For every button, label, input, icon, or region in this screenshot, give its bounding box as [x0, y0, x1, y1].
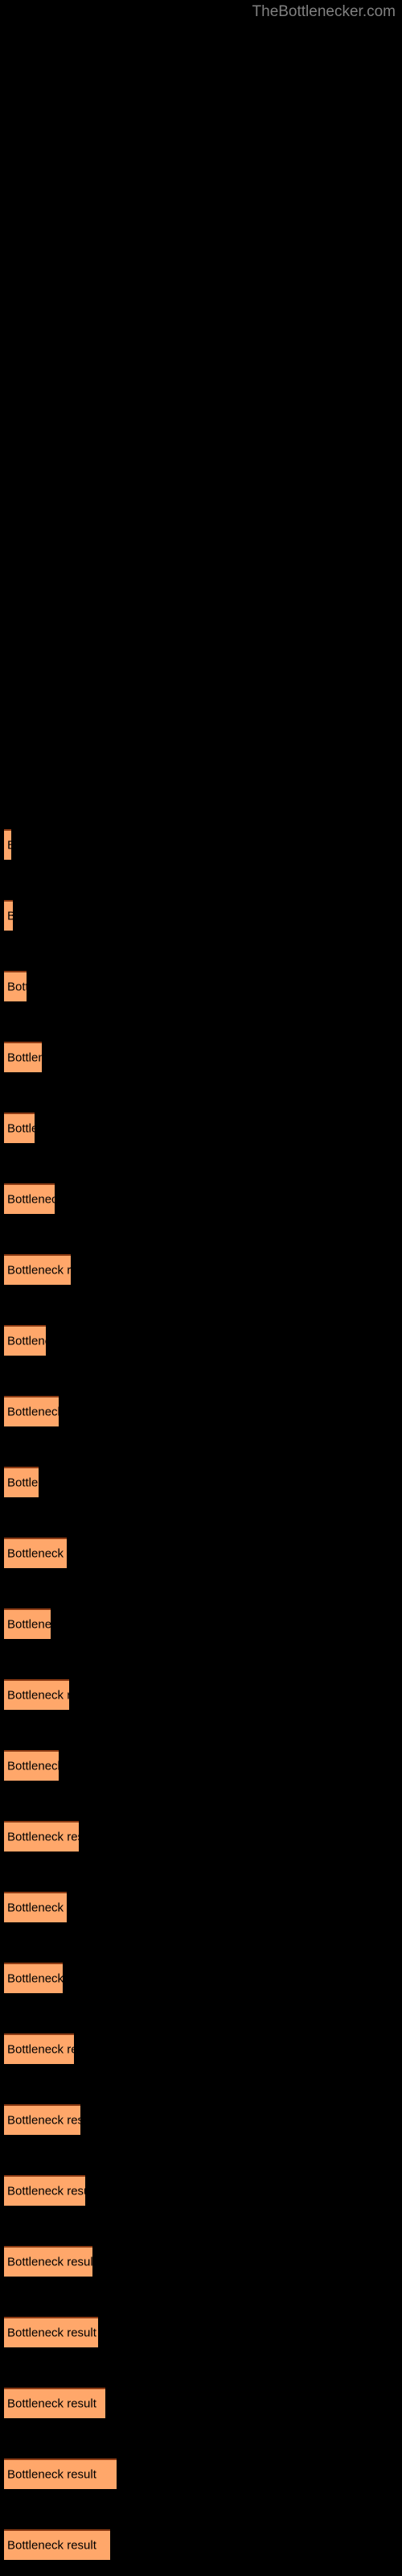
bar-label: Bottleneck result — [7, 1121, 35, 1136]
bar-label: Bottleneck result — [7, 1759, 59, 1773]
bar: Bottleneck result — [4, 1254, 71, 1285]
bar-label: Bottleneck result — [7, 2184, 85, 2198]
bar: Bottleneck result — [4, 1325, 46, 1356]
bar-label: Bottleneck result — [7, 1971, 63, 1986]
bar-label: Bottleneck result — [7, 2113, 80, 2128]
bar: Bottleneck result — [4, 2246, 92, 2277]
bar: Bottleneck result — [4, 900, 13, 931]
bar-label: Bottleneck result — [7, 2326, 96, 2340]
bar: Bottleneck result — [4, 1608, 51, 1639]
bar: Bottleneck result — [4, 1679, 69, 1710]
bar-label: Bottleneck result — [7, 2255, 92, 2269]
bar-label: Bottleneck result — [7, 980, 27, 994]
bar-label: Bottleneck result — [7, 2396, 96, 2411]
bar: Bottleneck result — [4, 2388, 105, 2418]
bar-label: Bottleneck result — [7, 2538, 96, 2553]
bar: Bottleneck result — [4, 1821, 79, 1852]
bar: Bottleneck result — [4, 1963, 63, 1993]
bar: Bottleneck result — [4, 971, 27, 1001]
bar-label: Bottleneck result — [7, 1901, 67, 1915]
bar-label: Bottleneck result — [7, 1051, 42, 1065]
bar: Bottleneck result — [4, 2317, 98, 2347]
bar: Bottleneck result — [4, 829, 11, 860]
bar: Bottleneck result — [4, 2104, 80, 2135]
bar: Bottleneck result — [4, 1538, 67, 1568]
bar: Bottleneck result — [4, 1183, 55, 1214]
bar-label: Bottleneck result — [7, 1546, 67, 1561]
bar-label: Bottleneck result — [7, 840, 11, 852]
bar-label: Bottleneck result — [7, 2467, 96, 2482]
bar: Bottleneck result — [4, 2458, 117, 2489]
bar: Bottleneck result — [4, 2033, 74, 2064]
bar: Bottleneck result — [4, 1467, 39, 1497]
bar: Bottleneck result — [4, 1113, 35, 1143]
bar: Bottleneck result — [4, 1042, 42, 1072]
bar-label: Bottleneck result — [7, 1688, 69, 1703]
bottleneck-bar-chart: Bottleneck result Bottleneck result Bottle… — [0, 0, 402, 2576]
bar-label: Bottleneck result — [7, 1617, 51, 1632]
bar-label: Bottleneck result — [7, 910, 13, 923]
bar-label: Bottleneck result — [7, 1334, 46, 1348]
bar-label: Bottleneck result — [7, 1192, 55, 1207]
bar-label: Bottleneck result — [7, 1405, 59, 1419]
bar-label: Bottleneck result — [7, 1830, 79, 1844]
bar: Bottleneck result — [4, 1396, 59, 1426]
bar: Bottleneck result — [4, 1892, 67, 1922]
bar-label: Bottleneck result — [7, 1263, 71, 1278]
bar: Bottleneck result — [4, 1750, 59, 1781]
bar-label: Bottleneck result — [7, 1476, 39, 1490]
bar: Bottleneck result — [4, 2175, 85, 2206]
bar: Bottleneck result — [4, 2529, 110, 2560]
bar-label: Bottleneck result — [7, 2042, 74, 2057]
